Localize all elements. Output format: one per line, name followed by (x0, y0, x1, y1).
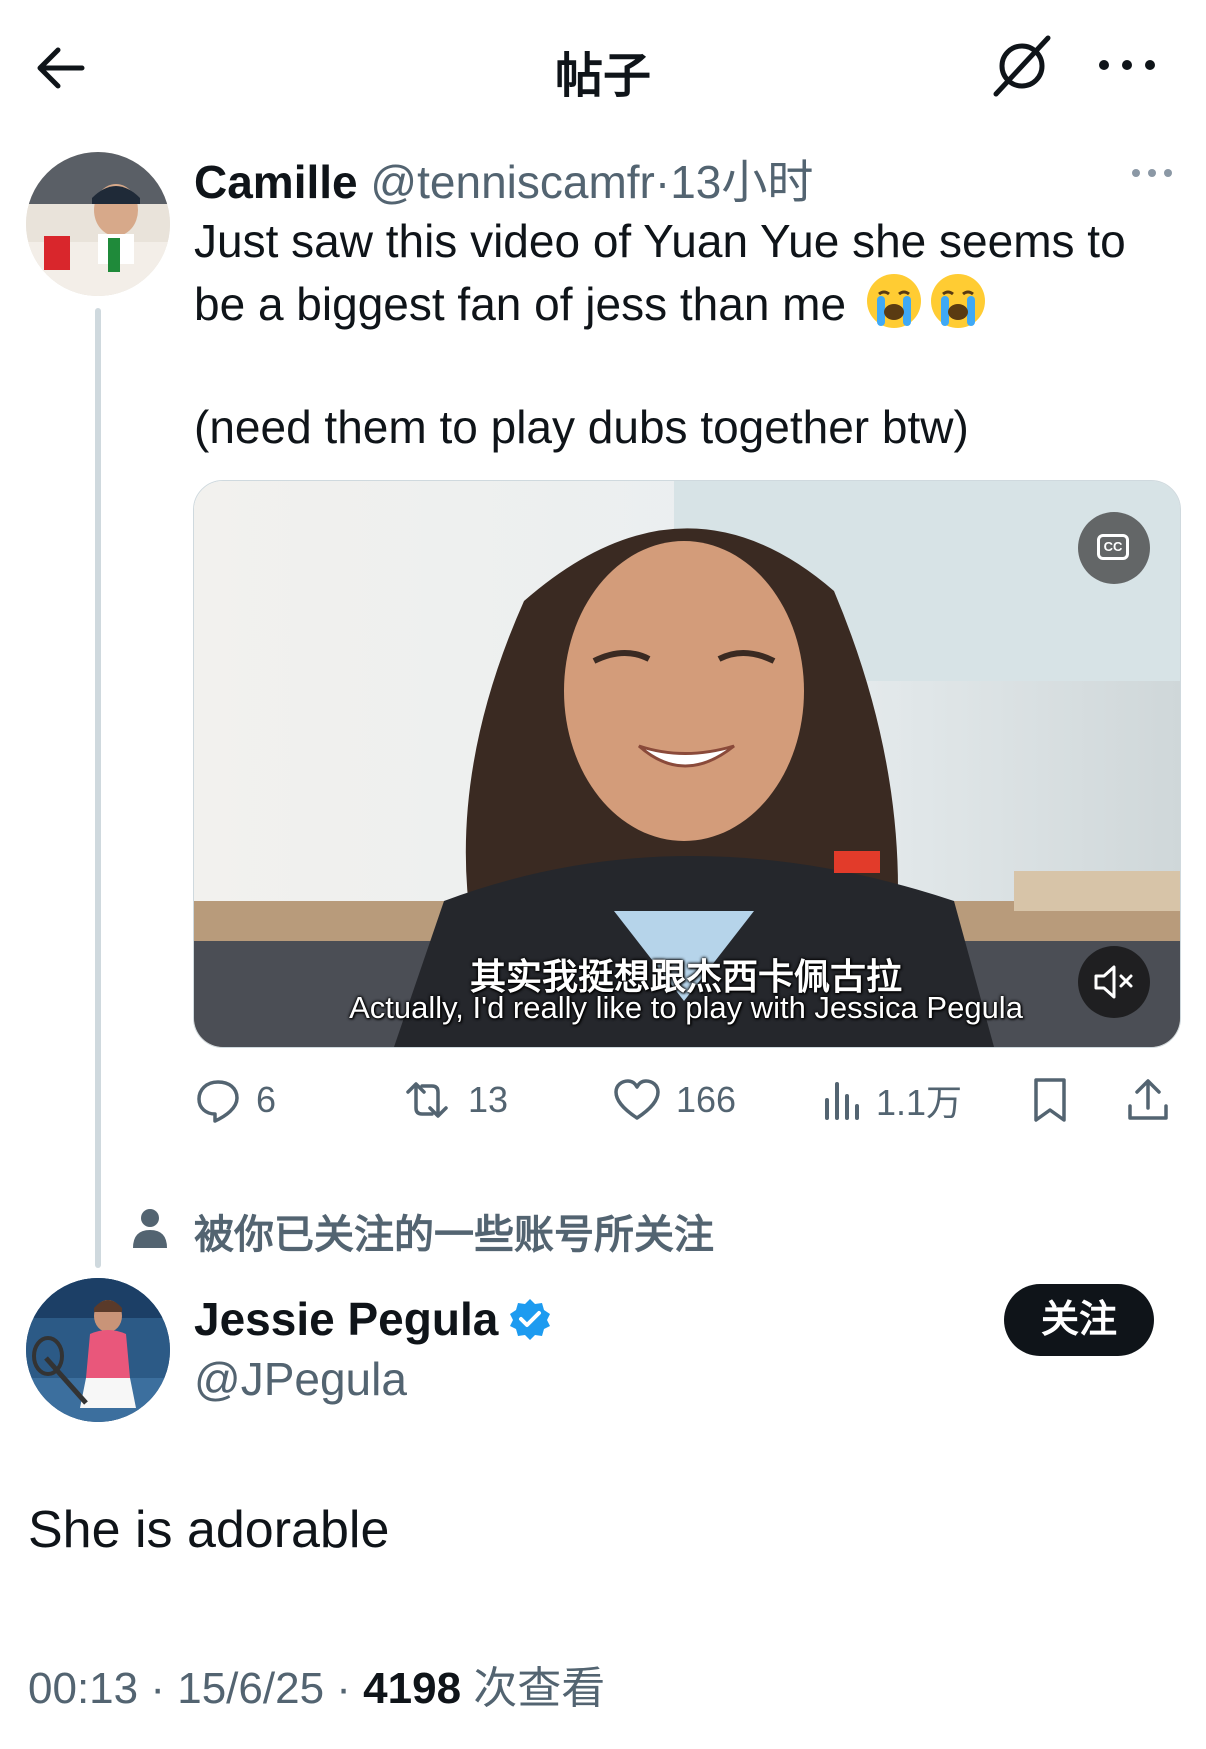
retweet-button[interactable]: 13 (400, 1072, 508, 1128)
retweet-count: 13 (468, 1079, 509, 1120)
separator-dot: · (336, 1664, 351, 1713)
avatar[interactable] (26, 152, 170, 296)
bookmark-button[interactable] (1030, 1072, 1084, 1128)
share-icon (1128, 1079, 1168, 1120)
captions-button[interactable]: CC (1078, 512, 1150, 584)
loudly-crying-face-icon (866, 274, 921, 328)
cc-icon: CC (1097, 534, 1129, 560)
tweet-time[interactable]: 13小时 (670, 156, 813, 208)
avatar[interactable] (26, 1278, 170, 1422)
author-handle[interactable]: @JPegula (194, 1352, 407, 1406)
views-label: 次查看 (473, 1664, 606, 1713)
views-button[interactable]: 1.1万 (822, 1072, 962, 1128)
video-subtitle-english: Actually, I'd really like to play with J… (349, 990, 1023, 1025)
bookmark-icon (1034, 1078, 1066, 1122)
heart-icon (614, 1079, 660, 1120)
grok-icon (993, 35, 1051, 97)
more-horizontal-icon (1099, 60, 1155, 70)
view-count: 1.1万 (876, 1082, 963, 1123)
tweet-text: Just saw this video of Yuan Yue she seem… (194, 210, 1184, 335)
loudly-crying-face-icon (930, 274, 985, 328)
tweet-header: Camille @tenniscamfr·13小时 (194, 146, 813, 212)
tweet-more-button[interactable] (1128, 158, 1176, 188)
views-count[interactable]: 4198 (363, 1664, 461, 1713)
author-name[interactable]: Camille (194, 156, 358, 208)
reply-icon (197, 1080, 239, 1123)
like-button[interactable]: 166 (612, 1072, 736, 1128)
follow-button[interactable]: 关注 (1004, 1284, 1154, 1356)
share-button[interactable] (1126, 1072, 1184, 1128)
followed-by-note: 被你已关注的一些账号所关注 (194, 1213, 714, 1257)
tweet-date[interactable]: 15/6/25 (177, 1664, 324, 1713)
like-count: 166 (676, 1079, 737, 1120)
reply-button[interactable]: 6 (194, 1072, 276, 1128)
tweet-meta: 00:13 · 15/6/25 · 4198 次查看 (28, 1652, 605, 1716)
thread-connector-line (95, 308, 101, 1268)
author-name[interactable]: Jessie Pegula (194, 1293, 498, 1345)
person-icon (130, 1206, 170, 1250)
separator-dot: · (150, 1664, 165, 1713)
grok-button[interactable] (990, 34, 1054, 98)
retweet-icon (406, 1082, 448, 1118)
more-options-button[interactable] (1092, 40, 1162, 90)
tweet-text-line: (need them to play dubs together btw) (194, 401, 969, 453)
tweet-time[interactable]: 00:13 (28, 1664, 138, 1713)
reply-count: 6 (256, 1079, 277, 1120)
more-horizontal-icon (1132, 169, 1172, 177)
separator-dot: · (654, 156, 671, 208)
analytics-bar-icon (825, 1082, 859, 1120)
verified-badge-icon (510, 1299, 551, 1340)
author-handle[interactable]: @tenniscamfr (370, 156, 654, 208)
tweet-text: She is adorable (28, 1501, 390, 1559)
author-name-row: Jessie Pegula (194, 1292, 552, 1346)
